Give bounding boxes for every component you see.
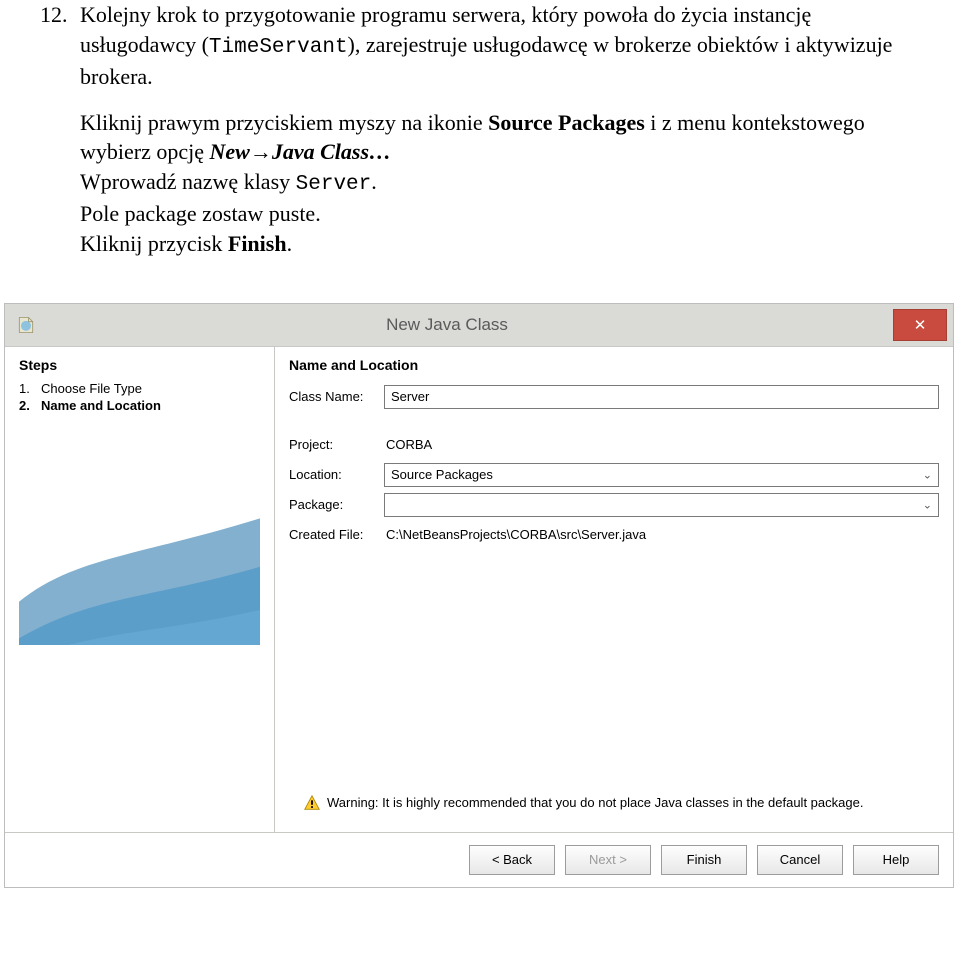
document-body: 12. Kolejny krok to przygotowanie progra… [0,0,960,297]
bold-finish: Finish [228,231,287,256]
text: . [287,231,293,256]
menu-java-class: Java Class… [272,139,391,164]
text: Wprowadź nazwę klasy [80,169,296,194]
menu-new: New [210,139,250,164]
text: Kliknij przycisk [80,231,228,256]
dialog-footer: < Back Next > Finish Cancel Help [5,832,953,887]
label-class-name: Class Name: [289,389,384,404]
step-number: 1. [19,381,41,396]
class-name-value: Server [391,389,429,404]
label-project: Project: [289,437,384,452]
help-button[interactable]: Help [853,845,939,875]
row-project: Project: CORBA [289,433,939,457]
project-value: CORBA [384,433,939,457]
row-created-file: Created File: C:\NetBeansProjects\CORBA\… [289,523,939,547]
code-timeservant: TimeServant [209,36,348,59]
list-content: Kolejny krok to przygotowanie programu s… [80,0,920,259]
app-icon [15,314,37,336]
steps-panel: Steps 1. Choose File Type 2. Name and Lo… [5,347,275,832]
text: . [371,169,377,194]
text: Kliknij prawym przyciskiem myszy na ikon… [80,110,488,135]
label-location: Location: [289,467,384,482]
step-label: Name and Location [41,398,161,413]
step-label: Choose File Type [41,381,142,396]
class-name-field[interactable]: Server [384,385,939,409]
dialog-body: Steps 1. Choose File Type 2. Name and Lo… [5,347,953,832]
dialog-title: New Java Class [45,315,893,335]
finish-button[interactable]: Finish [661,845,747,875]
close-icon: ✕ [914,316,927,334]
paragraph-2: Kliknij prawym przyciskiem myszy na ikon… [80,108,920,259]
back-button[interactable]: < Back [469,845,555,875]
row-class-name: Class Name: Server [289,385,939,409]
arrow: → [250,139,272,164]
section-header: Name and Location [289,357,939,373]
step-number: 2. [19,398,41,413]
steps-header: Steps [19,357,260,373]
label-package: Package: [289,497,384,512]
warning-text: Warning: It is highly recommended that y… [327,795,863,810]
label-created-file: Created File: [289,527,384,542]
row-package: Package: ⌄ [289,493,939,517]
location-value: Source Packages [391,467,493,482]
warning-row: Warning: It is highly recommended that y… [289,788,939,822]
step-1: 1. Choose File Type [19,381,260,396]
code-server: Server [296,173,372,196]
location-combo[interactable]: Source Packages ⌄ [384,463,939,487]
package-combo[interactable]: ⌄ [384,493,939,517]
form-panel: Name and Location Class Name: Server Pro… [275,347,953,832]
steps-list: 1. Choose File Type 2. Name and Location [19,381,260,413]
next-button[interactable]: Next > [565,845,651,875]
warning-icon [303,794,321,812]
paragraph-1: Kolejny krok to przygotowanie programu s… [80,0,920,92]
dialog-titlebar[interactable]: New Java Class ✕ [5,304,953,347]
step-2: 2. Name and Location [19,398,260,413]
decorative-art [19,415,260,645]
close-button[interactable]: ✕ [893,309,947,341]
cancel-button[interactable]: Cancel [757,845,843,875]
text-package-empty: Pole package zostaw puste. [80,201,321,226]
list-number: 12. [40,0,80,259]
bold-source-packages: Source Packages [488,110,645,135]
list-item-12: 12. Kolejny krok to przygotowanie progra… [40,0,920,259]
chevron-down-icon: ⌄ [923,498,932,511]
chevron-down-icon: ⌄ [923,468,932,481]
new-java-class-dialog: New Java Class ✕ Steps 1. Choose File Ty… [4,303,954,888]
created-file-value: C:\NetBeansProjects\CORBA\src\Server.jav… [384,523,939,547]
row-location: Location: Source Packages ⌄ [289,463,939,487]
